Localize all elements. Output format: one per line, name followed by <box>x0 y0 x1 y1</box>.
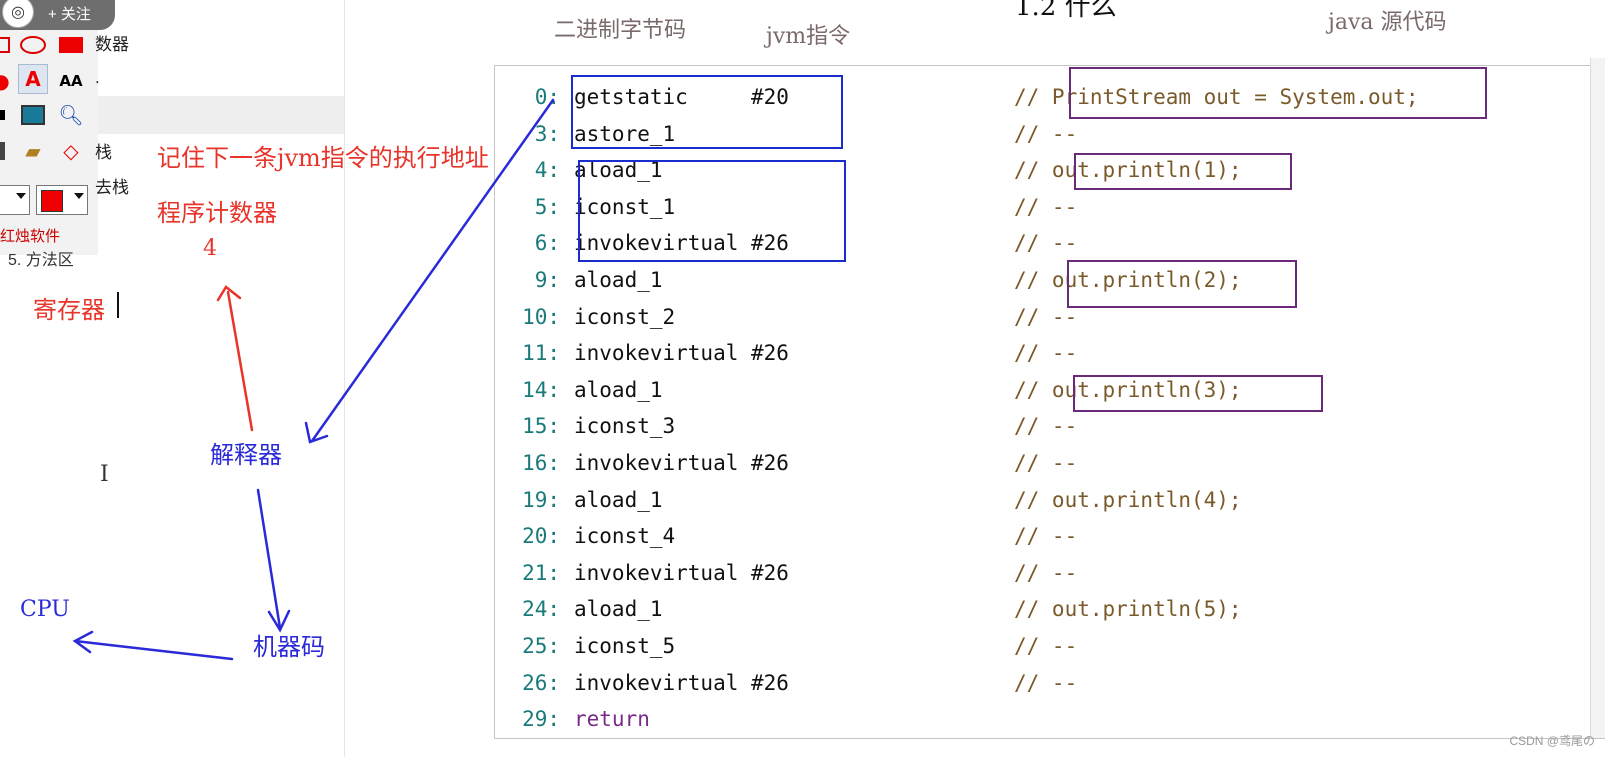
arrow-to-program-counter <box>226 290 254 432</box>
watermark: CSDN @鸢尾の <box>1509 734 1595 748</box>
annotation-arrows <box>72 98 555 661</box>
arrow-interpreter-to-machine-code <box>256 488 282 630</box>
arrow-machine-code-to-cpu <box>73 639 234 661</box>
arrow-bytecode-to-interpreter <box>310 98 555 443</box>
